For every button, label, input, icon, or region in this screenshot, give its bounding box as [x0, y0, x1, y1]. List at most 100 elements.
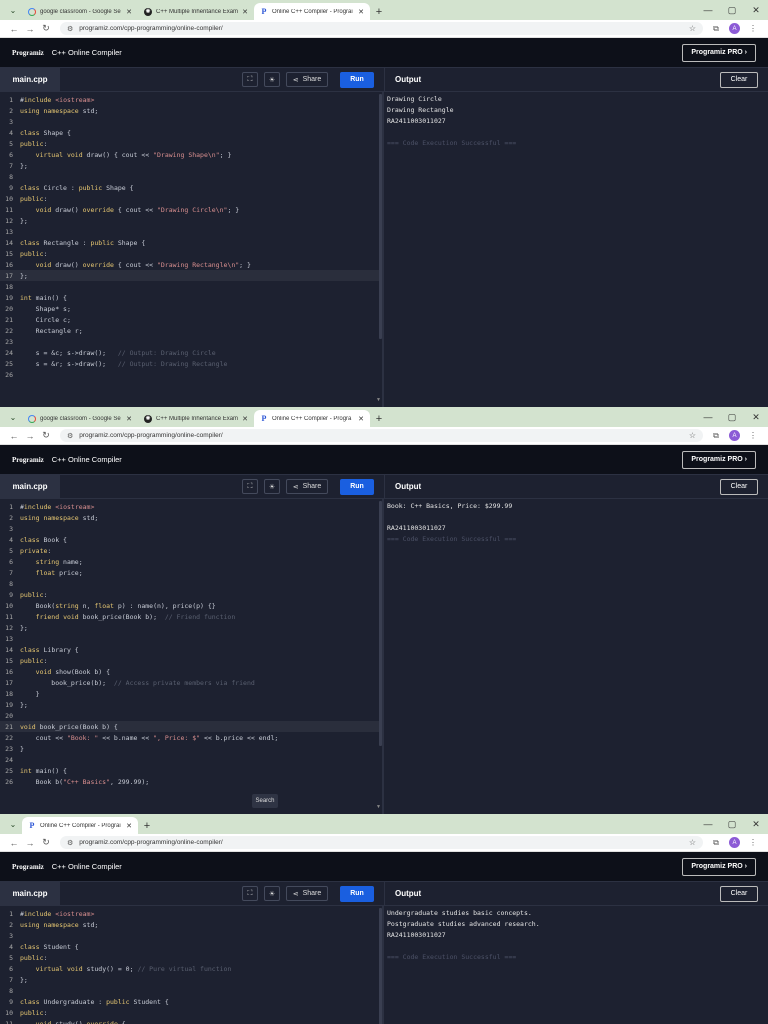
file-tab[interactable]: main.cpp [0, 67, 60, 92]
code-line[interactable]: 4 class Student { [0, 941, 382, 952]
programiz-pro-button[interactable]: Programiz PRO › [682, 450, 756, 469]
programiz-pro-button[interactable]: Programiz PRO › [682, 43, 756, 62]
back-icon[interactable]: ← [6, 838, 22, 848]
code-editor[interactable]: 1 #include <iostream> 2 using namespace std… [0, 499, 384, 814]
bookmark-star-icon[interactable]: ☆ [689, 24, 696, 33]
minimize-icon[interactable]: — [696, 814, 720, 834]
code-line[interactable]: 15 public: [0, 248, 382, 259]
site-info-icon[interactable]: ⚙ [67, 25, 73, 33]
code-line[interactable]: 1 #include <iostream> [0, 94, 382, 105]
run-button[interactable]: Run [340, 885, 374, 902]
code-line[interactable]: 1 #include <iostream> [0, 908, 382, 919]
code-line[interactable]: 13 [0, 226, 382, 237]
programiz-logo[interactable]: Programiz [12, 863, 44, 871]
code-line[interactable]: 5 public: [0, 952, 382, 963]
forward-icon[interactable]: → [22, 431, 38, 441]
editor-scrollbar[interactable] [379, 908, 382, 1024]
code-line[interactable]: 5 private: [0, 545, 382, 556]
code-line[interactable]: 21 void book_price(Book b) { [0, 721, 382, 732]
code-line[interactable]: 6 string name; [0, 556, 382, 567]
browser-tab[interactable]: google classroom - Google Se ✕ [22, 3, 138, 20]
browser-tab[interactable]: P Online C++ Compiler - Prograi ✕ [22, 817, 138, 834]
code-line[interactable]: 5 public: [0, 138, 382, 149]
theme-toggle-icon[interactable]: ☀ [264, 886, 280, 901]
code-line[interactable]: 1 #include <iostream> [0, 501, 382, 512]
code-line[interactable]: 9 class Circle : public Shape { [0, 182, 382, 193]
browser-tab[interactable]: P Online C++ Compiler - Prograi ✕ [254, 3, 370, 20]
profile-avatar[interactable]: A [729, 837, 740, 848]
extensions-icon[interactable]: ⧉ [707, 24, 725, 34]
code-editor[interactable]: 1 #include <iostream> 2 using namespace std… [0, 92, 384, 407]
programiz-pro-button[interactable]: Programiz PRO › [682, 857, 756, 876]
code-line[interactable]: 26 [0, 369, 382, 380]
code-line[interactable]: 3 [0, 523, 382, 534]
maximize-icon[interactable]: ▢ [720, 0, 744, 20]
clear-button[interactable]: Clear [720, 71, 758, 88]
code-line[interactable]: 10 Book(string n, float p) : name(n), pr… [0, 600, 382, 611]
extensions-icon[interactable]: ⧉ [707, 431, 725, 441]
profile-avatar[interactable]: A [729, 430, 740, 441]
scroll-down-icon[interactable]: ▼ [376, 804, 381, 810]
code-line[interactable]: 10 public: [0, 193, 382, 204]
browser-tab[interactable]: google classroom - Google Se ✕ [22, 410, 138, 427]
share-button[interactable]: ⋖ Share [286, 72, 328, 87]
close-tab-icon[interactable]: ✕ [126, 8, 132, 16]
back-icon[interactable]: ← [6, 24, 22, 34]
back-icon[interactable]: ← [6, 431, 22, 441]
new-tab-icon[interactable]: + [370, 3, 388, 20]
code-line[interactable]: 19 int main() { [0, 292, 382, 303]
reload-icon[interactable]: ↻ [38, 23, 54, 34]
code-line[interactable]: 8 [0, 985, 382, 996]
url-field[interactable]: ⚙ programiz.com/cpp-programming/online-co… [60, 836, 703, 849]
url-field[interactable]: ⚙ programiz.com/cpp-programming/online-co… [60, 22, 703, 35]
code-line[interactable]: 9 class Undergraduate : public Student { [0, 996, 382, 1007]
reload-icon[interactable]: ↻ [38, 837, 54, 848]
theme-toggle-icon[interactable]: ☀ [264, 479, 280, 494]
code-line[interactable]: 13 [0, 633, 382, 644]
bookmark-star-icon[interactable]: ☆ [689, 838, 696, 847]
new-tab-icon[interactable]: + [370, 410, 388, 427]
menu-kebab-icon[interactable]: ⋮ [744, 431, 762, 440]
tab-search-icon[interactable]: ⌄ [4, 0, 22, 20]
close-tab-icon[interactable]: ✕ [242, 8, 248, 16]
code-line[interactable]: 11 void draw() override { cout << "Drawi… [0, 204, 382, 215]
code-line[interactable]: 11 void study() override { [0, 1018, 382, 1024]
code-line[interactable]: 4 class Shape { [0, 127, 382, 138]
code-line[interactable]: 2 using namespace std; [0, 105, 382, 116]
extensions-icon[interactable]: ⧉ [707, 838, 725, 848]
reload-icon[interactable]: ↻ [38, 430, 54, 441]
code-line[interactable]: 16 void draw() override { cout << "Drawi… [0, 259, 382, 270]
code-line[interactable]: 24 s = &c; s->draw(); // Output: Drawing… [0, 347, 382, 358]
close-tab-icon[interactable]: ✕ [358, 8, 364, 16]
code-editor[interactable]: 1 #include <iostream> 2 using namespace std… [0, 906, 384, 1024]
code-line[interactable]: 3 [0, 116, 382, 127]
editor-scrollbar[interactable] [379, 501, 382, 746]
code-line[interactable]: 17 book_price(b); // Access private memb… [0, 677, 382, 688]
code-line[interactable]: 25 int main() { [0, 765, 382, 776]
code-line[interactable]: 23} [0, 743, 382, 754]
share-button[interactable]: ⋖ Share [286, 886, 328, 901]
fullscreen-icon[interactable]: ⛶ [242, 479, 258, 494]
url-field[interactable]: ⚙ programiz.com/cpp-programming/online-co… [60, 429, 703, 442]
close-tab-icon[interactable]: ✕ [126, 822, 132, 830]
code-line[interactable]: 6 virtual void draw() { cout << "Drawing… [0, 149, 382, 160]
close-window-icon[interactable]: ✕ [744, 407, 768, 427]
code-line[interactable]: 25 s = &r; s->draw(); // Output: Drawing… [0, 358, 382, 369]
menu-kebab-icon[interactable]: ⋮ [744, 24, 762, 33]
code-line[interactable]: 2 using namespace std; [0, 512, 382, 523]
search-button[interactable]: Search [252, 794, 278, 808]
maximize-icon[interactable]: ▢ [720, 407, 744, 427]
code-line[interactable]: 22 Rectangle r; [0, 325, 382, 336]
close-tab-icon[interactable]: ✕ [126, 415, 132, 423]
forward-icon[interactable]: → [22, 24, 38, 34]
code-line[interactable]: 9 public: [0, 589, 382, 600]
minimize-icon[interactable]: — [696, 0, 720, 20]
clear-button[interactable]: Clear [720, 478, 758, 495]
browser-tab[interactable]: ✺ C++ Multiple Inheritance Exam ✕ [138, 410, 254, 427]
code-line[interactable]: 18 [0, 281, 382, 292]
close-window-icon[interactable]: ✕ [744, 0, 768, 20]
forward-icon[interactable]: → [22, 838, 38, 848]
programiz-logo[interactable]: Programiz [12, 456, 44, 464]
code-line[interactable]: 8 [0, 578, 382, 589]
code-line[interactable]: 19}; [0, 699, 382, 710]
